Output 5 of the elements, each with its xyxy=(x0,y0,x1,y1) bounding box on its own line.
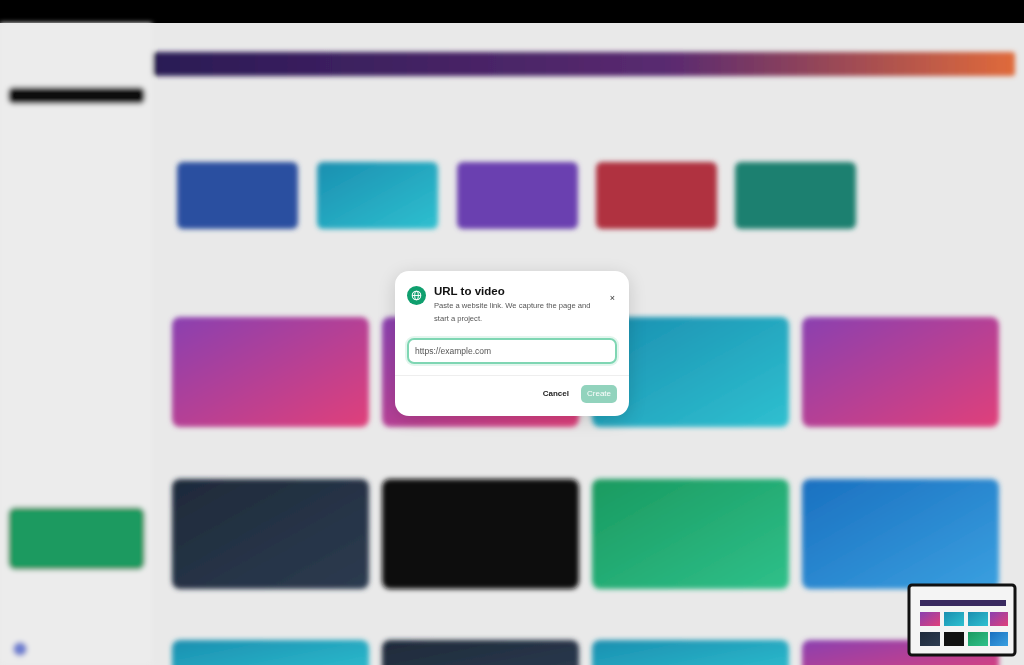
url-input-field[interactable]: https://example.com xyxy=(407,338,617,364)
cancel-button[interactable]: Cancel xyxy=(538,385,573,403)
close-button[interactable]: × xyxy=(607,293,617,303)
globe-icon xyxy=(407,286,426,305)
dialog-title: URL to video xyxy=(434,284,506,298)
